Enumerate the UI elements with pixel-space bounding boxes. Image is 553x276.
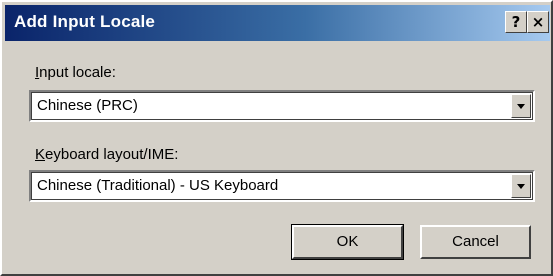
chevron-down-icon[interactable] xyxy=(511,94,531,118)
help-button[interactable]: ? xyxy=(505,11,527,33)
ok-button[interactable]: OK xyxy=(291,224,404,260)
cancel-button[interactable]: Cancel xyxy=(420,225,531,259)
keyboard-layout-mnemonic: K xyxy=(35,146,46,163)
keyboard-layout-label-text: eyboard layout/IME: xyxy=(45,146,179,163)
input-locale-label: Input locale: xyxy=(35,64,116,81)
help-icon: ? xyxy=(511,13,521,31)
chevron-down-icon[interactable] xyxy=(511,174,531,198)
close-icon: × xyxy=(531,13,545,31)
input-locale-value: Chinese (PRC) xyxy=(37,97,138,114)
title-bar[interactable]: Add Input Locale ? × xyxy=(5,5,550,41)
input-locale-dropdown[interactable]: Chinese (PRC) xyxy=(29,90,535,122)
input-locale-label-text: nput locale: xyxy=(39,64,116,81)
keyboard-layout-value: Chinese (Traditional) - US Keyboard xyxy=(37,177,279,194)
keyboard-layout-label: Keyboard layout/IME: xyxy=(35,146,178,163)
close-button[interactable]: × xyxy=(527,11,549,33)
dialog-title: Add Input Locale xyxy=(14,12,156,31)
add-input-locale-dialog: Add Input Locale ? × Input locale: Chine… xyxy=(0,0,553,276)
keyboard-layout-dropdown[interactable]: Chinese (Traditional) - US Keyboard xyxy=(29,170,535,202)
